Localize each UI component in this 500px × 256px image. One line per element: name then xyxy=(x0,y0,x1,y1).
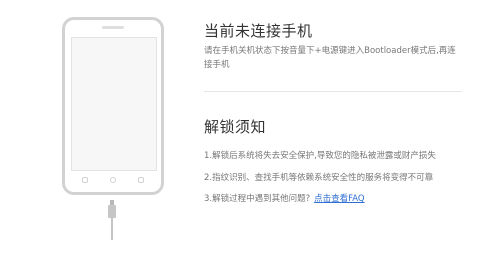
usb-cable-icon xyxy=(111,218,113,240)
unlock-notice-title: 解锁须知 xyxy=(204,118,267,136)
notice-item-security-services: 2.指纹识别、查找手机等依赖系统安全性的服务将变得不可靠 xyxy=(204,173,434,183)
faq-link[interactable]: 点击查看FAQ xyxy=(314,194,364,204)
connection-instructions: 请在手机关机状态下按音量下+电源键进入Bootloader模式后,再连接手机 xyxy=(204,46,456,70)
phone-home-button-icon xyxy=(110,177,116,183)
connection-status-title: 当前未连接手机 xyxy=(204,22,313,40)
usb-plug-icon xyxy=(108,205,116,218)
notice-item-help-text: 3.解锁过程中遇到其他问题? xyxy=(204,194,311,204)
section-divider xyxy=(204,91,462,92)
unlock-window: 当前未连接手机 请在手机关机状态下按音量下+电源键进入Bootloader模式后… xyxy=(0,0,500,256)
notice-item-help: 3.解锁过程中遇到其他问题? 点击查看FAQ xyxy=(204,192,365,204)
info-panel: 当前未连接手机 请在手机关机状态下按音量下+电源键进入Bootloader模式后… xyxy=(204,0,500,256)
phone-speaker-icon xyxy=(102,26,124,29)
phone-back-button-icon xyxy=(138,177,144,183)
notice-item-privacy: 1.解锁后系统将失去安全保护,导致您的隐私被泄露或财产损失 xyxy=(204,151,436,161)
phone-screen xyxy=(71,37,157,171)
phone-menu-button-icon xyxy=(82,177,88,183)
phone-illustration xyxy=(62,17,164,195)
